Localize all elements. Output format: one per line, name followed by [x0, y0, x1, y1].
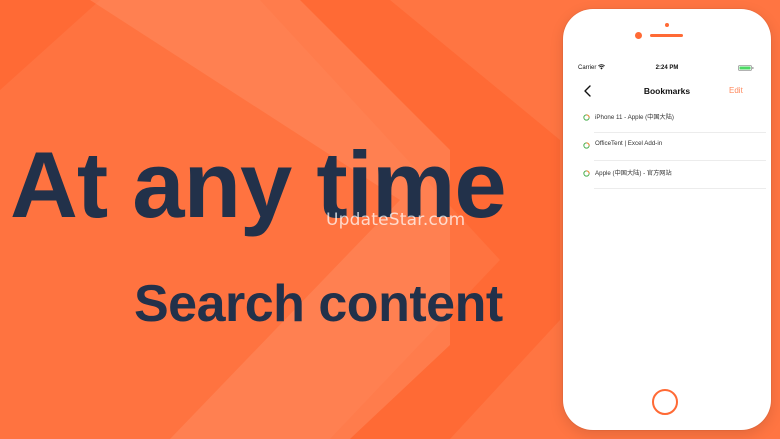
- row-divider: [594, 188, 766, 189]
- bookmark-title: Apple (中国大陆) - 官方网站: [595, 170, 672, 177]
- globe-icon: [583, 114, 590, 121]
- home-button[interactable]: [652, 389, 678, 415]
- bookmark-row[interactable]: iPhone 11 - Apple (中国大陆): [568, 105, 766, 133]
- status-bar: Carrier 2:24 PM: [568, 61, 766, 75]
- edit-button[interactable]: Edit: [729, 86, 743, 95]
- battery-icon: [738, 65, 754, 71]
- globe-icon: [583, 170, 590, 177]
- bookmark-title: OfficeTent | Excel Add-in: [595, 140, 663, 147]
- bookmark-list: iPhone 11 - Apple (中国大陆) OfficeTent | Ex…: [568, 105, 766, 189]
- sensor-dot: [665, 23, 669, 27]
- globe-icon: [583, 142, 590, 149]
- status-time: 2:24 PM: [655, 65, 679, 71]
- phone-mockup: Carrier 2:24 PM Bookmarks Edit iPhone 11…: [563, 9, 771, 430]
- watermark: UpdateStar.com: [326, 210, 466, 230]
- nav-bar: Bookmarks Edit: [568, 78, 766, 104]
- phone-screen: Carrier 2:24 PM Bookmarks Edit iPhone 11…: [568, 61, 766, 384]
- front-camera: [635, 32, 642, 39]
- bookmark-row[interactable]: Apple (中国大陆) - 官方网站: [568, 161, 766, 189]
- earpiece-speaker: [650, 34, 683, 37]
- promo-subline: Search content: [134, 275, 503, 333]
- bookmark-row[interactable]: OfficeTent | Excel Add-in: [568, 133, 766, 161]
- bookmark-title: iPhone 11 - Apple (中国大陆): [595, 114, 674, 121]
